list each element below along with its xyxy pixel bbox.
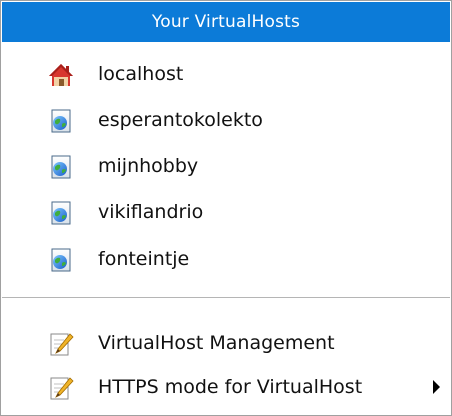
menu-item-esperantokolekto[interactable]: esperantokolekto — [2, 96, 450, 144]
menu-item-vikiflandrio[interactable]: vikiflandrio — [2, 188, 450, 236]
menu-item-label: localhost — [98, 63, 184, 85]
home-icon — [49, 64, 73, 86]
menu-item-label: HTTPS mode for VirtualHost — [98, 376, 363, 398]
menu-separator — [2, 297, 450, 298]
web-page-icon — [51, 155, 71, 179]
menu-item-label: mijnhobby — [98, 155, 199, 177]
web-page-icon — [51, 201, 71, 225]
virtualhosts-menu: Your VirtualHosts localhost esperantokol… — [0, 0, 452, 416]
edit-document-icon — [50, 377, 74, 400]
menu-item-fonteintje[interactable]: fonteintje — [2, 235, 450, 283]
menu-item-label: fonteintje — [98, 248, 190, 270]
menu-item-localhost[interactable]: localhost — [2, 50, 450, 98]
menu-item-label: esperantokolekto — [98, 109, 263, 131]
submenu-arrow-icon — [433, 380, 440, 394]
menu-item-label: VirtualHost Management — [98, 332, 335, 354]
menu-header: Your VirtualHosts — [2, 2, 450, 42]
menu-item-https-mode[interactable]: HTTPS mode for VirtualHost — [2, 363, 450, 411]
edit-document-icon — [50, 333, 74, 356]
web-page-icon — [51, 109, 71, 133]
menu-item-label: vikiflandrio — [98, 201, 204, 223]
web-page-icon — [51, 248, 71, 272]
menu-item-virtualhost-management[interactable]: VirtualHost Management — [2, 319, 450, 367]
menu-item-mijnhobby[interactable]: mijnhobby — [2, 142, 450, 190]
